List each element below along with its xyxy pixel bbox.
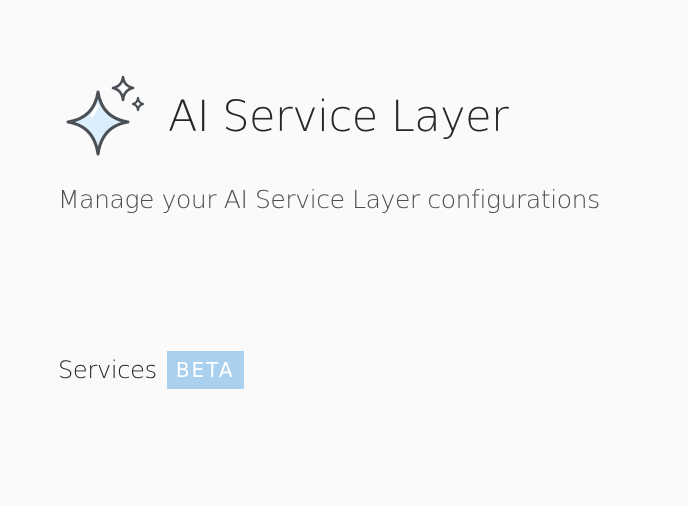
sparkle-icon [66,75,145,156]
page-header: AI Service Layer [62,74,509,160]
page-title: AI Service Layer [168,91,509,142]
services-label: Services [58,356,157,384]
services-section-heading: Services BETA [58,351,244,389]
beta-badge: BETA [166,351,244,389]
page-subtitle: Manage your AI Service Layer configurati… [58,185,600,214]
